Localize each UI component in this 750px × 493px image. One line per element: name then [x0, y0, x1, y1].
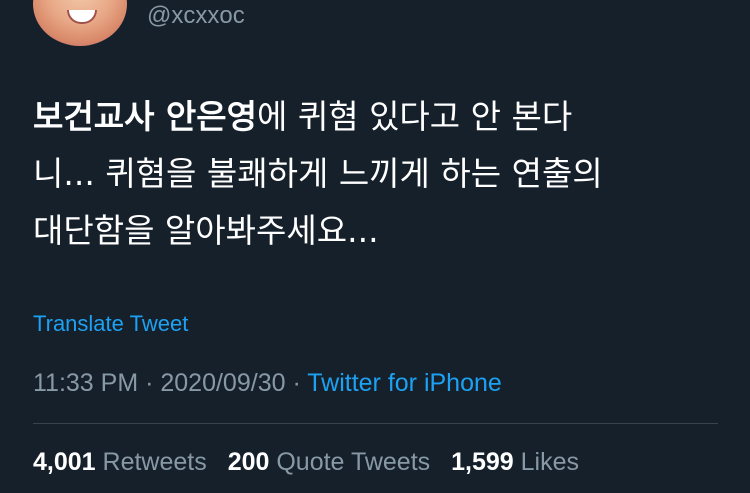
tweet-date[interactable]: 2020/09/30	[160, 369, 285, 397]
tweet-source-link[interactable]: Twitter for iPhone	[307, 369, 502, 397]
likes-stat[interactable]: 1,599 Likes	[451, 447, 579, 477]
translate-tweet-link[interactable]: Translate Tweet	[33, 311, 188, 337]
avatar[interactable]	[33, 0, 127, 46]
divider	[33, 423, 718, 424]
likes-count: 1,599	[451, 448, 514, 476]
tweet-bold-title: 보건교사 안은영	[33, 97, 258, 136]
avatar-smile	[67, 10, 97, 24]
meta-separator: ·	[285, 369, 308, 397]
meta-separator: ·	[138, 369, 161, 397]
tweet-text: 보건교사 안은영에 퀴혐 있다고 안 본다 니... 퀴혐을 불쾌하게 느끼게 …	[33, 88, 713, 259]
retweets-stat[interactable]: 4,001 Retweets	[33, 447, 207, 477]
tweet-line-1-rest: 에 퀴혐 있다고 안 본다	[257, 97, 573, 136]
tweet-line-3: 대단함을 알아봐주세요...	[33, 211, 379, 250]
quote-tweets-label: Quote Tweets	[276, 448, 431, 476]
tweet-line-1: 보건교사 안은영에 퀴혐 있다고 안 본다	[33, 88, 713, 145]
retweets-count: 4,001	[33, 448, 96, 476]
likes-label: Likes	[520, 448, 579, 476]
tweet-meta: 11:33 PM · 2020/09/30 · Twitter for iPho…	[33, 368, 502, 398]
tweet-time[interactable]: 11:33 PM	[33, 369, 138, 397]
tweet-stats: 4,001 Retweets 200 Quote Tweets 1,599 Li…	[33, 447, 593, 477]
user-handle[interactable]: @xcxxoc	[147, 3, 245, 29]
retweets-label: Retweets	[102, 448, 207, 476]
quote-tweets-count: 200	[227, 448, 270, 476]
tweet-line-2: 니... 퀴혐을 불쾌하게 느끼게 하는 연출의	[33, 154, 603, 193]
quote-tweets-stat[interactable]: 200 Quote Tweets	[228, 447, 430, 477]
